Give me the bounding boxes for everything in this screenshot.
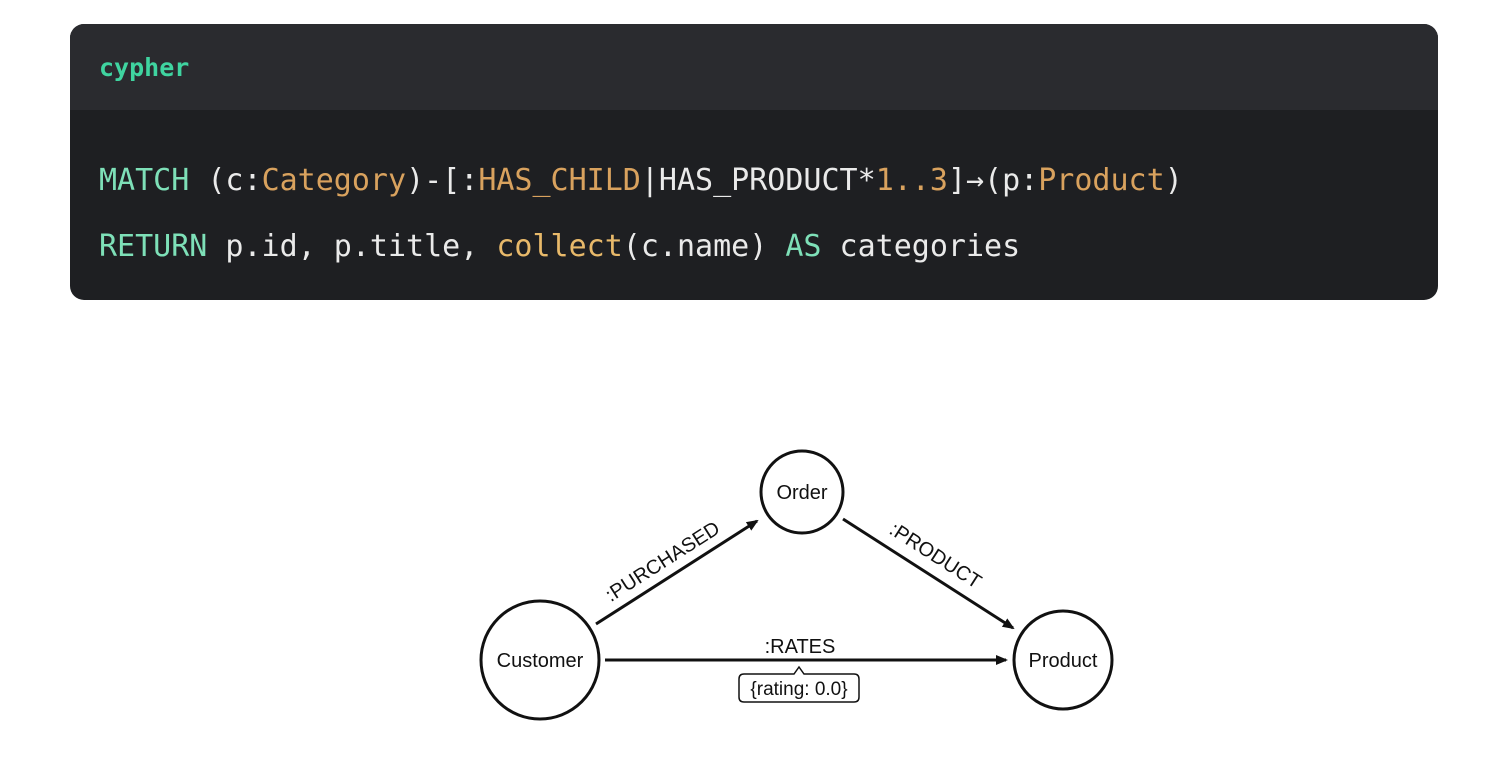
edge-label-purchased: :PURCHASED bbox=[602, 517, 724, 606]
edge-label-rates: :RATES bbox=[765, 636, 836, 658]
edge-purchased: :PURCHASED bbox=[595, 517, 759, 626]
node-label-customer: Customer bbox=[497, 650, 584, 672]
graph-diagram: :PURCHASED :PRODUCT :RATES {rating: 0.0}… bbox=[479, 449, 1114, 721]
node-product: Product bbox=[1012, 609, 1114, 711]
node-order: Order bbox=[759, 449, 845, 535]
node-customer: Customer bbox=[479, 599, 601, 721]
edge-product: :PRODUCT bbox=[842, 517, 1015, 630]
node-label-product: Product bbox=[1029, 650, 1098, 672]
edge-rates: :RATES {rating: 0.0} bbox=[605, 636, 1008, 703]
edge-properties-box: {rating: 0.0} bbox=[738, 665, 860, 703]
edge-properties-text: {rating: 0.0} bbox=[750, 679, 847, 700]
node-label-order: Order bbox=[776, 482, 827, 504]
